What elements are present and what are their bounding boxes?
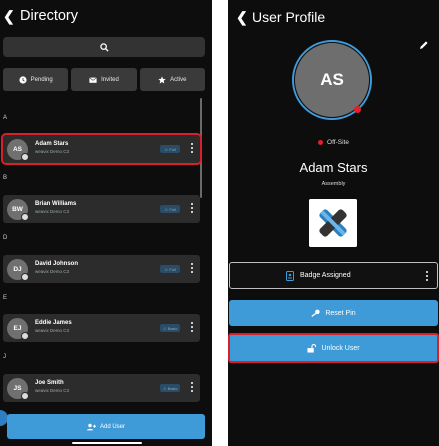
list-item[interactable]: DJ David Johnson weavix Demo C3 ☺ Full <box>3 255 200 283</box>
person-icon: ☺ <box>164 206 169 212</box>
user-company: weavix Demo C3 <box>35 328 70 333</box>
avatar-initials: JS <box>13 385 22 392</box>
scrollbar[interactable] <box>200 98 202 198</box>
license-badge: ☺ Full <box>160 145 180 153</box>
badge-assigned-row[interactable]: Badge Assigned <box>229 262 438 289</box>
filter-pending-label: Pending <box>30 76 53 83</box>
license-badge: ☺ Full <box>160 265 180 273</box>
more-options-icon[interactable] <box>191 143 194 153</box>
user-name: David Johnson <box>35 261 79 267</box>
license-badge: ☺ Full <box>160 205 180 213</box>
clock-icon <box>19 75 27 84</box>
section-letter: B <box>3 175 8 181</box>
user-name: Brian Williams <box>35 201 77 207</box>
reset-pin-label: Reset Pin <box>325 309 356 317</box>
home-indicator <box>72 442 142 444</box>
filter-bar: Pending Invited Active <box>3 68 205 91</box>
company-logo <box>309 199 357 247</box>
user-company: weavix Demo C3 <box>35 149 70 154</box>
status-dot <box>21 332 29 340</box>
add-person-icon <box>86 423 96 430</box>
avatar: JS <box>7 378 29 400</box>
user-company: weavix Demo C3 <box>35 388 70 393</box>
status-dot <box>21 213 29 221</box>
status-row: Off-Site <box>228 139 439 146</box>
directory-header: ❮ Directory <box>0 0 212 32</box>
avatar-initials: AS <box>12 146 23 153</box>
list-item[interactable]: EJ Eddie James weavix Demo C3 ☺ Basic <box>3 314 200 342</box>
star-icon <box>158 75 166 83</box>
status-dot <box>21 153 29 161</box>
avatar: AS <box>7 139 29 161</box>
unlock-user-button[interactable]: Unlock User <box>228 333 439 363</box>
more-options-icon[interactable] <box>191 382 194 392</box>
avatar-initials: BW <box>12 206 23 213</box>
license-label: Full <box>169 266 176 272</box>
section-letter: D <box>3 235 8 241</box>
page-title: Directory <box>20 8 79 24</box>
section-letter: E <box>3 295 8 301</box>
section-letter: A <box>3 115 8 121</box>
unlock-icon <box>307 343 317 353</box>
status-dot <box>21 392 29 400</box>
person-icon: ☺ <box>164 266 169 272</box>
license-label: Basic <box>167 325 178 331</box>
person-icon: ☺ <box>162 325 167 331</box>
profile-header: ❮ User Profile <box>228 0 439 34</box>
profile-department: Assembly <box>321 181 346 187</box>
reset-pin-button[interactable]: Reset Pin <box>229 300 438 326</box>
user-name: Eddie James <box>35 320 72 326</box>
user-name: Adam Stars <box>35 141 69 147</box>
avatar-initials: EJ <box>13 325 22 332</box>
more-options-icon[interactable] <box>191 203 194 213</box>
avatar: BW <box>7 199 29 221</box>
unlock-user-label: Unlock User <box>321 344 360 352</box>
license-badge: ☺ Basic <box>160 324 180 332</box>
status-indicator-dot <box>354 106 361 113</box>
search-icon <box>99 42 109 52</box>
badge-assigned-label: Badge Assigned <box>300 272 351 279</box>
page-title: User Profile <box>252 9 326 25</box>
license-badge: ☺ Basic <box>160 384 180 392</box>
mail-icon <box>89 76 97 83</box>
section-letter: J <box>3 354 6 360</box>
avatar-initials: DJ <box>13 266 22 273</box>
more-options-icon[interactable] <box>191 263 194 273</box>
license-label: Full <box>169 146 176 152</box>
list-item[interactable]: BW Brian Williams weavix Demo C3 ☺ Full <box>3 195 200 223</box>
back-arrow-icon[interactable]: ❮ <box>236 9 250 26</box>
profile-name: Adam Stars <box>299 160 368 175</box>
search-bar[interactable] <box>3 37 205 57</box>
user-company: weavix Demo C3 <box>35 209 70 214</box>
profile-panel: ❮ User Profile AS Off-Site Adam Stars As… <box>228 0 439 446</box>
filter-active-button[interactable]: Active <box>139 68 205 91</box>
filter-invited-button[interactable]: Invited <box>71 68 137 91</box>
person-icon: ☺ <box>164 146 169 152</box>
more-options-icon[interactable] <box>426 271 429 281</box>
avatar-initials: AS <box>320 70 344 89</box>
filter-invited-label: Invited <box>101 76 119 83</box>
avatar: DJ <box>7 259 29 281</box>
user-company: weavix Demo C3 <box>35 269 70 274</box>
license-label: Basic <box>167 385 178 391</box>
person-icon: ☺ <box>162 385 167 391</box>
back-arrow-icon[interactable]: ❮ <box>3 8 17 25</box>
key-icon <box>311 309 320 317</box>
filter-pending-button[interactable]: Pending <box>3 68 69 91</box>
more-options-icon[interactable] <box>191 322 194 332</box>
filter-active-label: Active <box>170 76 187 83</box>
add-user-label: Add User <box>99 423 125 430</box>
status-dot <box>21 273 29 281</box>
add-user-button[interactable]: Add User <box>7 414 205 439</box>
user-name: Joe Smith <box>35 380 64 386</box>
status-label: Off-Site <box>327 139 349 146</box>
license-label: Full <box>169 206 176 212</box>
avatar: EJ <box>7 318 29 340</box>
badge-icon <box>286 271 294 281</box>
directory-panel: ❮ Directory Pending Invited Active A AS … <box>0 0 212 446</box>
list-item[interactable]: AS Adam Stars weavix Demo C3 ☺ Full <box>1 133 202 165</box>
offsite-dot-icon <box>318 140 324 145</box>
edit-pencil-icon[interactable] <box>419 40 429 50</box>
list-item[interactable]: JS Joe Smith weavix Demo C3 ☺ Basic <box>3 374 200 402</box>
